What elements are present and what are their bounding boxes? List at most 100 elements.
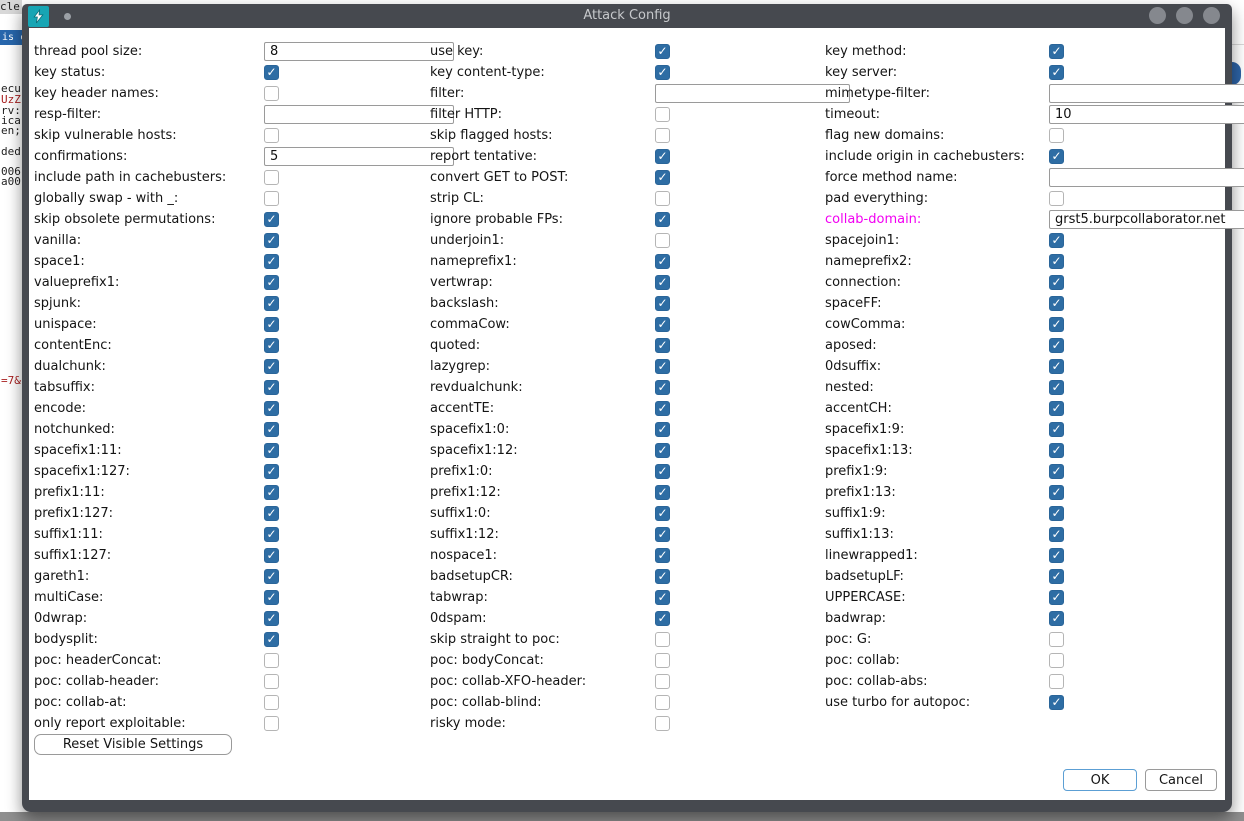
checkbox[interactable] [264, 128, 279, 143]
checkbox[interactable] [264, 401, 279, 416]
checkbox[interactable] [655, 632, 670, 647]
checkbox[interactable] [655, 338, 670, 353]
checkbox[interactable] [1049, 296, 1064, 311]
ok-button[interactable]: OK [1063, 769, 1137, 791]
checkbox[interactable] [264, 296, 279, 311]
checkbox[interactable] [655, 149, 670, 164]
checkbox[interactable] [1049, 632, 1064, 647]
text-input[interactable] [264, 147, 454, 166]
checkbox[interactable] [1049, 233, 1064, 248]
checkbox[interactable] [655, 569, 670, 584]
checkbox[interactable] [264, 527, 279, 542]
checkbox[interactable] [655, 275, 670, 290]
checkbox[interactable] [264, 86, 279, 101]
checkbox[interactable] [264, 443, 279, 458]
checkbox[interactable] [264, 170, 279, 185]
checkbox[interactable] [1049, 548, 1064, 563]
checkbox[interactable] [264, 590, 279, 605]
reset-visible-settings-button[interactable]: Reset Visible Settings [34, 734, 232, 755]
checkbox[interactable] [1049, 149, 1064, 164]
checkbox[interactable] [655, 170, 670, 185]
checkbox[interactable] [1049, 590, 1064, 605]
checkbox[interactable] [264, 506, 279, 521]
checkbox[interactable] [264, 569, 279, 584]
checkbox[interactable] [1049, 611, 1064, 626]
text-input[interactable] [655, 84, 850, 103]
checkbox[interactable] [1049, 443, 1064, 458]
checkbox[interactable] [655, 695, 670, 710]
close-button[interactable] [1203, 7, 1220, 24]
text-input[interactable] [264, 105, 454, 124]
checkbox[interactable] [1049, 254, 1064, 269]
cancel-button[interactable]: Cancel [1145, 769, 1217, 791]
checkbox[interactable] [655, 401, 670, 416]
checkbox[interactable] [655, 464, 670, 479]
checkbox[interactable] [655, 107, 670, 122]
checkbox[interactable] [264, 233, 279, 248]
checkbox[interactable] [1049, 65, 1064, 80]
checkbox[interactable] [264, 359, 279, 374]
checkbox[interactable] [264, 422, 279, 437]
checkbox[interactable] [1049, 464, 1064, 479]
checkbox[interactable] [655, 44, 670, 59]
checkbox[interactable] [655, 128, 670, 143]
checkbox[interactable] [1049, 380, 1064, 395]
checkbox[interactable] [655, 317, 670, 332]
checkbox[interactable] [1049, 569, 1064, 584]
checkbox[interactable] [1049, 674, 1064, 689]
checkbox[interactable] [264, 191, 279, 206]
checkbox[interactable] [264, 548, 279, 563]
checkbox[interactable] [264, 464, 279, 479]
checkbox[interactable] [264, 485, 279, 500]
checkbox[interactable] [1049, 695, 1064, 710]
checkbox[interactable] [655, 485, 670, 500]
checkbox[interactable] [655, 254, 670, 269]
checkbox[interactable] [1049, 401, 1064, 416]
checkbox[interactable] [655, 716, 670, 731]
checkbox[interactable] [264, 611, 279, 626]
checkbox[interactable] [264, 653, 279, 668]
checkbox[interactable] [1049, 44, 1064, 59]
checkbox[interactable] [655, 380, 670, 395]
checkbox[interactable] [1049, 506, 1064, 521]
checkbox[interactable] [264, 632, 279, 647]
checkbox[interactable] [1049, 653, 1064, 668]
checkbox[interactable] [264, 380, 279, 395]
text-input[interactable] [1049, 168, 1244, 187]
checkbox[interactable] [655, 590, 670, 605]
checkbox[interactable] [264, 275, 279, 290]
checkbox[interactable] [1049, 128, 1064, 143]
checkbox[interactable] [1049, 275, 1064, 290]
checkbox[interactable] [655, 65, 670, 80]
checkbox[interactable] [655, 233, 670, 248]
titlebar[interactable]: Attack Config [22, 4, 1232, 28]
minimize-button[interactable] [1149, 7, 1166, 24]
checkbox[interactable] [655, 548, 670, 563]
checkbox[interactable] [264, 254, 279, 269]
checkbox[interactable] [264, 212, 279, 227]
checkbox[interactable] [264, 65, 279, 80]
maximize-button[interactable] [1176, 7, 1193, 24]
checkbox[interactable] [1049, 338, 1064, 353]
text-input[interactable] [1049, 84, 1244, 103]
checkbox[interactable] [655, 296, 670, 311]
checkbox[interactable] [264, 674, 279, 689]
checkbox[interactable] [655, 443, 670, 458]
checkbox[interactable] [655, 653, 670, 668]
checkbox[interactable] [655, 212, 670, 227]
checkbox[interactable] [264, 716, 279, 731]
text-input[interactable] [264, 42, 454, 61]
checkbox[interactable] [264, 317, 279, 332]
text-input[interactable] [1049, 105, 1244, 124]
checkbox[interactable] [655, 527, 670, 542]
checkbox[interactable] [264, 695, 279, 710]
checkbox[interactable] [655, 611, 670, 626]
checkbox[interactable] [1049, 317, 1064, 332]
checkbox[interactable] [655, 359, 670, 374]
checkbox[interactable] [1049, 359, 1064, 374]
checkbox[interactable] [655, 506, 670, 521]
checkbox[interactable] [1049, 191, 1064, 206]
checkbox[interactable] [1049, 485, 1064, 500]
checkbox[interactable] [655, 191, 670, 206]
checkbox[interactable] [1049, 422, 1064, 437]
